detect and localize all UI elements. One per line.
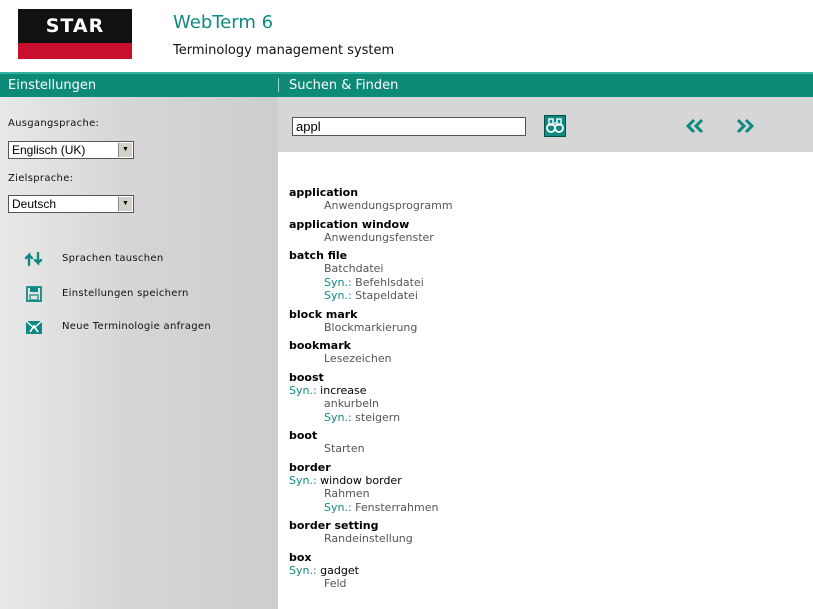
result-term[interactable]: border bbox=[289, 461, 789, 474]
translation: Starten bbox=[289, 442, 789, 456]
binoculars-icon bbox=[544, 115, 566, 137]
translation-text: Anwendungsfenster bbox=[324, 230, 434, 244]
chevron-down-icon[interactable]: ▼ bbox=[118, 197, 132, 211]
translation-text: ankurbeln bbox=[324, 397, 380, 410]
translation-text: Blockmarkierung bbox=[324, 320, 418, 334]
target-language-value: Deutsch bbox=[12, 197, 57, 211]
result-term[interactable]: application window bbox=[289, 218, 789, 231]
synonym-label: Syn.: bbox=[324, 410, 352, 424]
synonym-label: Syn.: bbox=[289, 473, 317, 487]
result-term[interactable]: block mark bbox=[289, 308, 789, 321]
swap-languages-label: Sprachen tauschen bbox=[62, 253, 164, 264]
chevron-down-icon[interactable]: ▼ bbox=[118, 143, 132, 157]
result-entry[interactable]: box Syn.: gadget Feld bbox=[289, 551, 789, 591]
result-entry[interactable]: block mark Blockmarkierung bbox=[289, 308, 789, 335]
result-entry[interactable]: bookmark Lesezeichen bbox=[289, 339, 789, 366]
translation: Lesezeichen bbox=[289, 352, 789, 366]
translation-text: Befehlsdatei bbox=[355, 275, 424, 289]
translation-text: Batchdatei bbox=[324, 262, 384, 275]
search-button[interactable] bbox=[544, 115, 566, 137]
request-terminology-label: Neue Terminologie anfragen bbox=[62, 321, 211, 332]
result-term[interactable]: bookmark bbox=[289, 339, 789, 352]
app-title: WebTerm 6 bbox=[173, 12, 274, 33]
result-term[interactable]: box bbox=[289, 551, 789, 564]
translation: Batchdatei bbox=[289, 262, 789, 276]
synonym-label: Syn.: bbox=[324, 500, 352, 514]
result-entry[interactable]: border Syn.: window border Rahmen Syn.: Fen… bbox=[289, 461, 789, 515]
translation: ankurbeln bbox=[289, 397, 789, 411]
source-language-select[interactable]: Englisch (UK) ▼ bbox=[8, 141, 134, 159]
band-divider bbox=[278, 78, 279, 92]
translation: Feld bbox=[289, 577, 789, 591]
double-chevron-left-icon bbox=[685, 118, 704, 134]
result-term[interactable]: boot bbox=[289, 429, 789, 442]
result-term[interactable]: border setting bbox=[289, 519, 789, 532]
translation-text: Randeinstellung bbox=[324, 532, 413, 545]
previous-button[interactable] bbox=[684, 118, 706, 134]
result-entry[interactable]: application Anwendungsprogramm bbox=[289, 186, 789, 213]
results-list: application Anwendungsprogramm application… bbox=[289, 186, 789, 596]
source-language-value: Englisch (UK) bbox=[12, 143, 86, 157]
swap-languages-icon bbox=[24, 251, 43, 267]
header: STAR WebTerm 6 Terminology management sy… bbox=[0, 0, 813, 72]
result-term[interactable]: boost bbox=[289, 371, 789, 384]
target-language-select[interactable]: Deutsch ▼ bbox=[8, 195, 134, 213]
translation-text: Lesezeichen bbox=[324, 352, 392, 365]
source-synonym: Syn.: increase bbox=[289, 384, 789, 398]
band-highlight bbox=[0, 72, 813, 74]
source-language-label: Ausgangsprache: bbox=[8, 118, 100, 129]
source-synonym: Syn.: window border bbox=[289, 474, 789, 488]
star-logo: STAR bbox=[18, 9, 132, 59]
target-language-label: Zielsprache: bbox=[8, 173, 74, 184]
target-synonym: Syn.: Fensterrahmen bbox=[289, 501, 789, 515]
translation-text: steigern bbox=[355, 410, 401, 424]
save-icon bbox=[26, 286, 42, 302]
source-synonym-text: increase bbox=[320, 383, 367, 397]
translation-text: Anwendungsprogramm bbox=[324, 199, 453, 212]
synonym-label: Syn.: bbox=[289, 383, 317, 397]
section-band bbox=[0, 72, 813, 97]
logo-text: STAR bbox=[18, 9, 132, 43]
translation-text: Fensterrahmen bbox=[355, 500, 439, 514]
translation: Anwendungsfenster bbox=[289, 231, 789, 245]
translation: Blockmarkierung bbox=[289, 321, 789, 335]
result-term[interactable]: batch file bbox=[289, 249, 789, 262]
source-synonym-text: window border bbox=[320, 473, 402, 487]
translation: Anwendungsprogramm bbox=[289, 199, 789, 213]
target-synonym: Syn.: Befehlsdatei bbox=[289, 276, 789, 290]
result-entry[interactable]: boost Syn.: increase ankurbeln Syn.: steige… bbox=[289, 371, 789, 425]
translation-text: Starten bbox=[324, 442, 365, 455]
translation-text: Feld bbox=[324, 577, 347, 590]
app-subtitle: Terminology management system bbox=[173, 43, 395, 58]
source-synonym-text: gadget bbox=[320, 563, 359, 577]
result-entry[interactable]: border setting Randeinstellung bbox=[289, 519, 789, 546]
target-synonym: Syn.: steigern bbox=[289, 411, 789, 425]
translation: Rahmen bbox=[289, 487, 789, 501]
translation-text: Stapeldatei bbox=[355, 289, 418, 302]
synonym-label: Syn.: bbox=[324, 289, 352, 302]
target-synonym: Syn.: Stapeldatei bbox=[289, 289, 789, 303]
settings-sidebar: Ausgangsprache: Englisch (UK) ▼ Zielspra… bbox=[0, 97, 278, 609]
next-button[interactable] bbox=[734, 118, 756, 134]
save-settings-label: Einstellungen speichern bbox=[62, 288, 189, 299]
translation: Randeinstellung bbox=[289, 532, 789, 546]
result-entry[interactable]: boot Starten bbox=[289, 429, 789, 456]
result-entry[interactable]: application window Anwendungsfenster bbox=[289, 218, 789, 245]
request-terminology-icon bbox=[25, 320, 43, 334]
search-input[interactable]: appl bbox=[292, 117, 526, 136]
synonym-label: Syn.: bbox=[289, 563, 317, 577]
result-entry[interactable]: batch file Batchdatei Syn.: Befehlsdatei Sy… bbox=[289, 249, 789, 303]
search-heading: Suchen & Finden bbox=[289, 78, 399, 93]
double-chevron-right-icon bbox=[736, 118, 755, 134]
translation-text: Rahmen bbox=[324, 487, 370, 500]
settings-heading: Einstellungen bbox=[8, 78, 97, 93]
result-term[interactable]: application bbox=[289, 186, 789, 199]
source-synonym: Syn.: gadget bbox=[289, 564, 789, 578]
synonym-label: Syn.: bbox=[324, 275, 352, 289]
